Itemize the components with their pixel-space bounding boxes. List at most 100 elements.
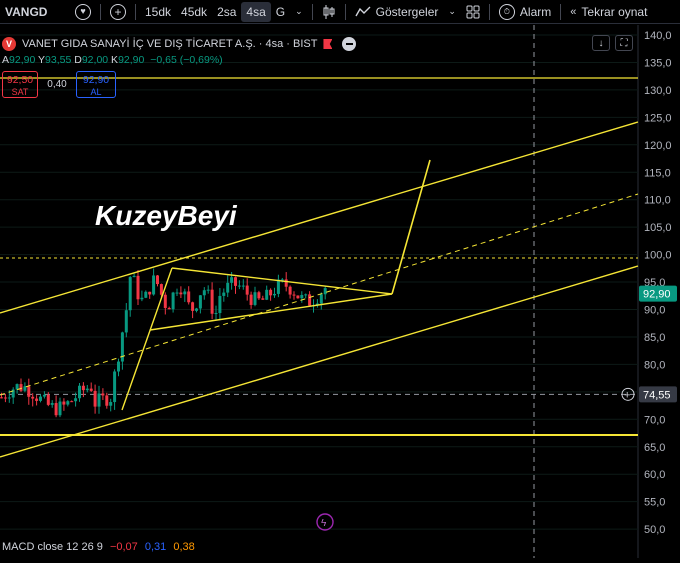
timeframe-dropdown[interactable]: ⌄ xyxy=(290,0,308,24)
candle-body xyxy=(148,291,152,295)
timeframe-label: 2sa xyxy=(217,4,237,19)
price-tick-label: 105,0 xyxy=(644,222,672,234)
price-tick-label: 60,0 xyxy=(644,469,665,481)
close-key: K xyxy=(111,54,119,66)
candle-body xyxy=(323,288,327,295)
candles-icon xyxy=(323,4,335,19)
price-tick-label: 100,0 xyxy=(644,250,672,262)
candle-body xyxy=(117,361,120,372)
watermark-text: KuzeyBeyi xyxy=(95,200,238,231)
candle-body xyxy=(0,397,3,399)
macd-value-1: −0,07 xyxy=(109,541,138,553)
candle-body xyxy=(163,294,167,308)
buy-price: 92,90 xyxy=(82,74,110,86)
alert-label: Alarm xyxy=(519,4,552,19)
candle-body xyxy=(261,298,265,300)
price-tick-label: 85,0 xyxy=(644,332,665,344)
indicators-dropdown[interactable]: ⌄ xyxy=(443,0,461,24)
candle-body xyxy=(54,403,58,416)
indicators-button[interactable]: Göstergeler xyxy=(350,0,444,24)
candle-body xyxy=(241,285,245,287)
candle-body xyxy=(27,386,31,397)
chart-area[interactable]: 140,0 135,0 130,0 125,0 120,0 115,0 110,0 105,0… xyxy=(0,25,680,558)
favorite-button[interactable]: ♥ xyxy=(70,0,96,24)
timeframe-label: 15dk xyxy=(145,4,172,19)
current-price-label: 92,90 xyxy=(643,289,671,301)
buy-label: AL xyxy=(90,87,102,97)
crosshair-price-label: 74,55 xyxy=(643,389,671,401)
candle-body xyxy=(276,279,280,294)
candle-body xyxy=(156,275,159,285)
replay-button[interactable]: « Tekrar oynat xyxy=(565,0,652,24)
candle-body xyxy=(3,397,7,399)
candle-body xyxy=(85,388,89,391)
candle-body xyxy=(214,313,218,315)
candle-body xyxy=(195,308,198,311)
collapse-button[interactable] xyxy=(342,37,357,51)
close-value: 92,90 xyxy=(118,54,145,66)
fullscreen-button[interactable]: ⛶ xyxy=(615,35,633,51)
candle-body xyxy=(89,388,93,391)
candle-body xyxy=(144,291,148,298)
candle-body xyxy=(109,402,113,406)
candle-body xyxy=(62,401,66,405)
price-tick-label: 125,0 xyxy=(644,112,672,124)
layout-grid-icon xyxy=(466,5,480,18)
candle-body xyxy=(284,279,288,287)
replay-icon: « xyxy=(570,5,577,18)
chevron-down-icon: ⌄ xyxy=(295,6,303,16)
sell-price: 92,50 xyxy=(6,74,34,86)
price-tick-label: 65,0 xyxy=(644,442,665,454)
timeframe-15dk[interactable]: 15dk xyxy=(140,0,176,24)
buy-button[interactable]: 92,90 AL xyxy=(76,71,116,98)
macd-value-2: 0,31 xyxy=(144,541,167,553)
candle-body xyxy=(202,290,206,296)
layouts-button[interactable] xyxy=(461,0,485,24)
candle-body xyxy=(288,286,292,295)
alert-button[interactable]: ⏱ Alarm xyxy=(494,0,556,24)
alarm-clock-icon: ⏱ xyxy=(498,3,515,20)
chart-type-button[interactable] xyxy=(317,0,341,24)
candle-body xyxy=(183,291,187,295)
trade-panel: 92,50 SAT 0,40 92,90 AL xyxy=(2,71,116,98)
candle-body xyxy=(7,397,11,399)
candle-body xyxy=(179,292,183,295)
candle-body xyxy=(319,294,323,304)
price-tick-label: 110,0 xyxy=(644,195,671,207)
timeframe-2sa[interactable]: 2sa xyxy=(212,0,241,24)
price-tick-label: 55,0 xyxy=(644,497,665,509)
candle-body xyxy=(249,294,253,305)
macd-legend: MACD close 12 26 9 −0,07 0,31 0,38 xyxy=(2,541,195,553)
price-tick-label: 50,0 xyxy=(644,524,665,536)
symbol-search[interactable]: VANGD xyxy=(0,0,70,24)
symbol-logo: V xyxy=(2,37,16,51)
compare-button[interactable]: + xyxy=(105,0,131,24)
scroll-down-button[interactable]: ↓ xyxy=(592,35,610,51)
candle-body xyxy=(253,292,257,305)
candle-body xyxy=(19,384,23,391)
price-tick-label: 135,0 xyxy=(644,57,672,69)
candle-body xyxy=(93,390,97,407)
sell-label: SAT xyxy=(11,87,29,97)
price-chart[interactable]: 140,0 135,0 130,0 125,0 120,0 115,0 110,0 105,0… xyxy=(0,25,680,558)
low-key: D xyxy=(74,54,82,66)
divider xyxy=(311,3,313,20)
timeframe-45dk[interactable]: 45dk xyxy=(176,0,212,24)
candle-body xyxy=(70,401,74,403)
timeframe-g[interactable]: G xyxy=(271,0,290,24)
price-tick-label: 80,0 xyxy=(644,359,665,371)
sell-button[interactable]: 92,50 SAT xyxy=(2,71,38,98)
candle-body xyxy=(136,275,140,300)
timeframe-4sa[interactable]: 4sa xyxy=(241,1,271,22)
candle-body xyxy=(171,292,175,310)
lightning-glyph: ϟ xyxy=(321,518,327,529)
flag-icon xyxy=(323,39,333,49)
candle-body xyxy=(81,385,85,391)
candle-body xyxy=(113,371,117,403)
candle-body xyxy=(191,302,195,311)
open-key: A xyxy=(2,54,10,66)
candle-body xyxy=(222,292,226,296)
open-value: 92,90 xyxy=(9,54,36,66)
candle-body xyxy=(230,277,234,283)
divider xyxy=(344,3,346,20)
